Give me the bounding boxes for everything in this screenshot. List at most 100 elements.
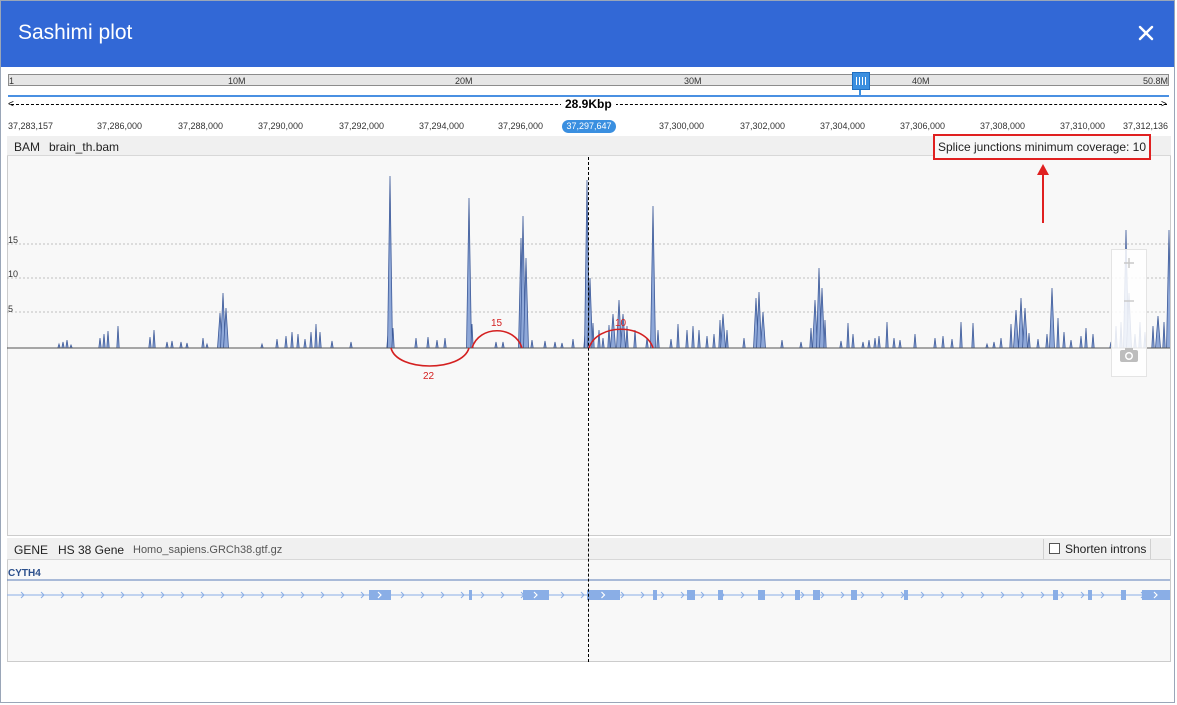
exon: [369, 590, 391, 600]
coverage-peak: [414, 337, 418, 349]
coverage-peak: [435, 339, 439, 349]
exon: [523, 590, 549, 600]
coverage-peak: [799, 341, 803, 349]
close-button[interactable]: [1134, 21, 1158, 45]
junction-count-label: 10: [615, 318, 627, 329]
ideogram-label: 50.8M: [1143, 76, 1169, 86]
coverage-peak: [1162, 321, 1166, 349]
coverage-peak: [494, 341, 498, 349]
coverage-peak: [650, 205, 656, 349]
coverage-peak: [65, 339, 69, 349]
ruler-tick: 37,306,000: [900, 121, 946, 131]
span-right-arrow-icon: >: [1161, 99, 1167, 110]
coverage-peak: [985, 342, 989, 349]
coverage-peak: [303, 338, 307, 349]
gene-symbol: CYTH4: [8, 568, 41, 579]
span-left-arrow-icon: <: [8, 99, 14, 110]
coverage-peak: [999, 337, 1003, 349]
coverage-peak: [839, 340, 843, 349]
coverage-peak: [1027, 332, 1031, 349]
ruler-tick: 37,312,136: [1123, 121, 1169, 131]
exon: [904, 590, 908, 600]
coverage-peak: [57, 342, 61, 349]
ruler-tick: 37,286,000: [97, 121, 143, 131]
coverage-peak: [1151, 325, 1155, 349]
ruler-tick: 37,288,000: [178, 121, 224, 131]
junction-arc[interactable]: [390, 347, 470, 367]
coverage-peak: [443, 337, 447, 349]
track-file-label: Homo_sapiens.GRCh38.gtf.gz: [133, 544, 283, 556]
ideogram-region-marker[interactable]: [852, 72, 870, 90]
coverage-peak: [116, 325, 120, 349]
minus-icon: [1124, 300, 1134, 302]
coverage-peak: [296, 333, 300, 349]
coverage-peak: [873, 337, 877, 349]
coverage-peak: [601, 337, 605, 349]
coverage-peak: [290, 331, 294, 349]
coverage-peak: [950, 338, 954, 349]
coverage-peak: [466, 197, 472, 349]
center-cursor-line: [588, 157, 589, 662]
coverage-peak: [760, 311, 766, 349]
close-icon: [1138, 25, 1154, 41]
coverage-peak: [1045, 333, 1049, 349]
coverage-peak: [725, 329, 729, 349]
coverage-peak: [61, 341, 65, 349]
shorten-introns-label[interactable]: Shorten introns: [1065, 542, 1146, 556]
shorten-introns-checkbox[interactable]: [1049, 543, 1060, 554]
coverage-peak: [861, 341, 865, 349]
zoom-out-button[interactable]: [1117, 291, 1141, 315]
coverage-peak: [1084, 327, 1088, 349]
coverage-peak: [1166, 229, 1170, 349]
track-type-label: BAM: [14, 140, 41, 154]
coverage-peak: [501, 341, 505, 349]
coverage-peak: [1091, 333, 1095, 349]
plus-icon: [1124, 258, 1134, 268]
track-name-label: HS 38 Gene: [58, 543, 125, 557]
exon: [1142, 590, 1170, 600]
coverage-peak: [201, 337, 205, 349]
coverage-peak: [913, 333, 917, 349]
exon: [795, 590, 800, 600]
coverage-peak: [330, 340, 334, 349]
coverage-peak: [607, 324, 611, 349]
coverage-peak: [309, 331, 313, 349]
coverage-peak: [676, 323, 680, 349]
exon: [1053, 590, 1058, 600]
chromosome-ideogram[interactable]: [8, 74, 1169, 86]
coverage-peak: [165, 341, 169, 349]
coverage-peak: [1049, 287, 1055, 349]
ruler-tick: 37,300,000: [659, 121, 705, 131]
coverage-peak: [705, 335, 709, 349]
coverage-peak: [1022, 307, 1028, 349]
coverage-peak: [1079, 335, 1083, 349]
coverage-peak: [1062, 331, 1066, 349]
coverage-peak: [591, 322, 595, 349]
screenshot-button[interactable]: [1117, 346, 1141, 370]
coverage-peak: [697, 329, 701, 349]
dialog-title: Sashimi plot: [18, 21, 133, 44]
coverage-peak: [892, 337, 896, 349]
zoom-in-button[interactable]: [1117, 253, 1141, 277]
ideogram-label: 30M: [684, 76, 702, 86]
current-position-badge: 37,297,647: [562, 120, 616, 133]
coverage-peak: [959, 321, 963, 349]
junction-count-label: 22: [423, 371, 435, 382]
coverage-peak: [314, 323, 318, 349]
exon: [813, 590, 820, 600]
y-tick-label: 10: [8, 269, 18, 279]
coverage-peak: [205, 342, 209, 349]
ruler-tick: 37,308,000: [980, 121, 1026, 131]
coverage-peak: [530, 339, 534, 349]
coverage-peak: [780, 339, 784, 349]
exon: [1088, 590, 1092, 600]
ruler-tick: 37,290,000: [258, 121, 304, 131]
coverage-peak: [152, 329, 156, 349]
coverage-peak: [571, 338, 575, 349]
exon: [1121, 590, 1126, 600]
coverage-peak: [426, 336, 430, 349]
exon: [687, 590, 695, 600]
ideogram-label: 1: [9, 76, 15, 86]
coverage-peak: [1155, 315, 1161, 349]
coverage-peak: [877, 335, 881, 349]
